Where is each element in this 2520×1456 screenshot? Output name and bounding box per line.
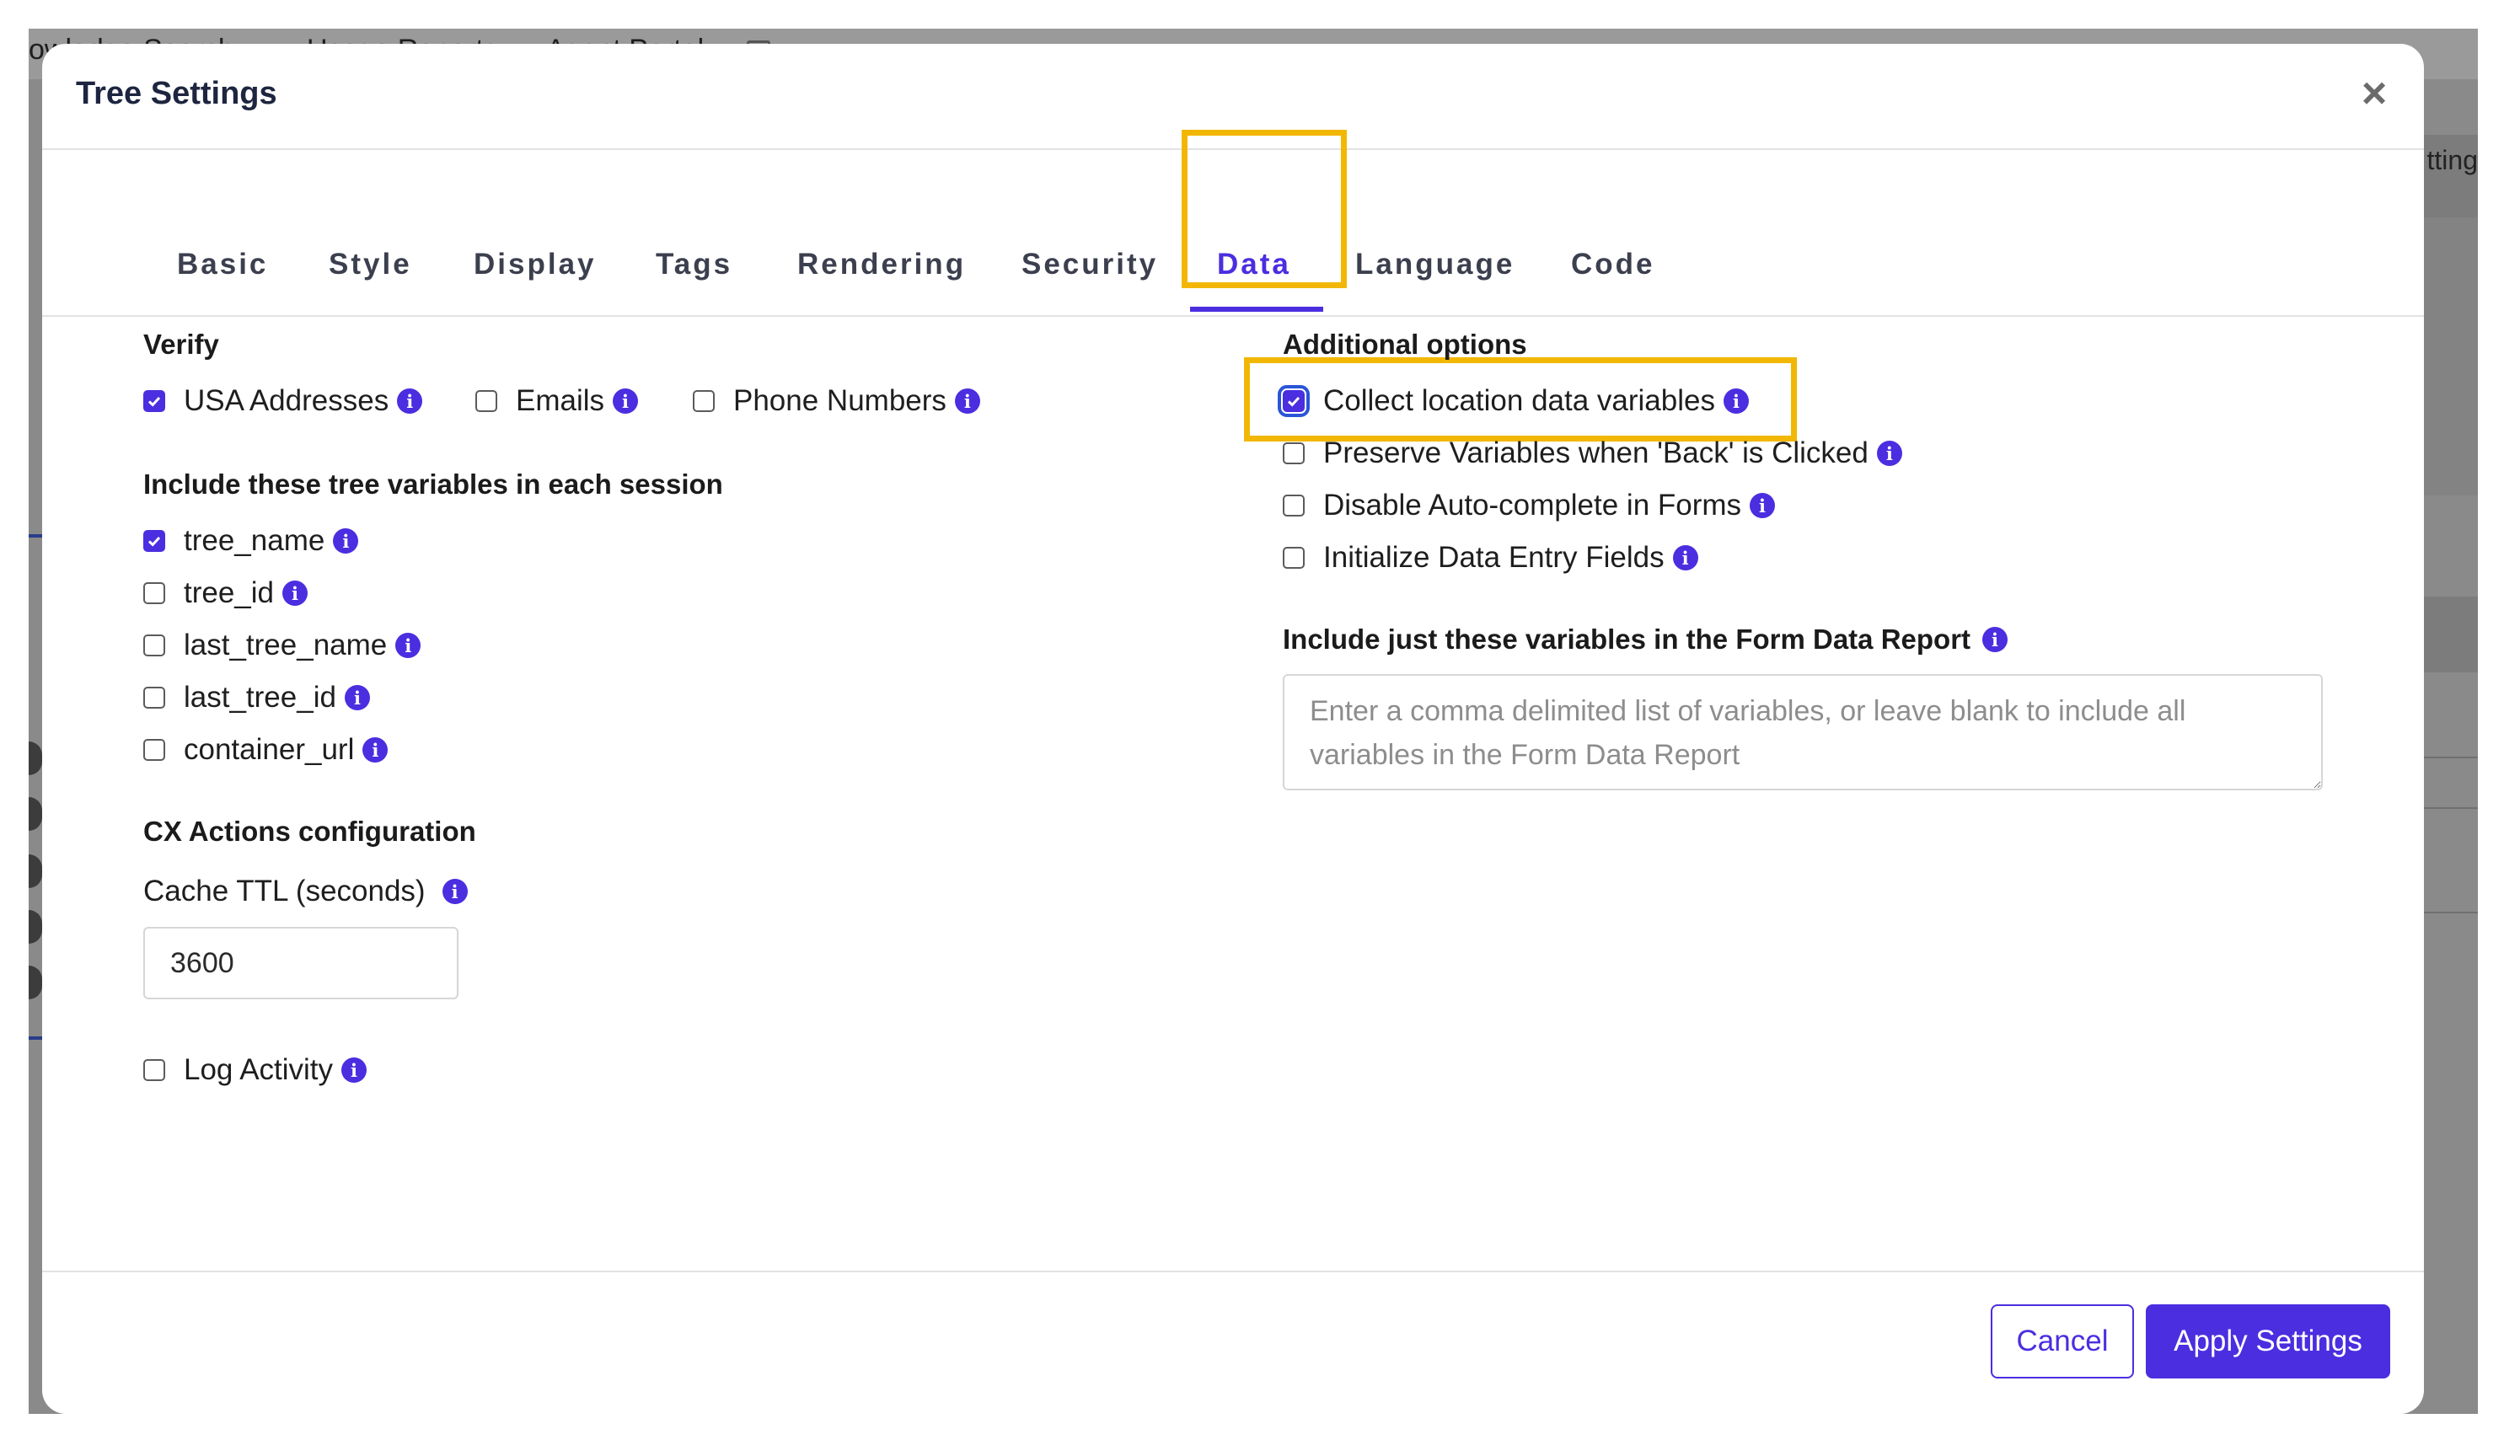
label-last-tree-name: last_tree_name	[184, 629, 388, 661]
form-report-title-text: Include just these variables in the Form…	[1283, 624, 1971, 655]
info-icon[interactable]: i	[341, 1057, 367, 1083]
verify-usa-addresses[interactable]: USA Addresses i	[143, 384, 423, 418]
background-divider	[2419, 807, 2478, 809]
label-disable-autocomplete: Disable Auto-complete in Forms	[1323, 489, 1742, 522]
option-preserve-variables[interactable]: Preserve Variables when 'Back' is Clicke…	[1283, 436, 1902, 470]
checkbox-container-url[interactable]	[143, 739, 165, 761]
label-preserve-variables: Preserve Variables when 'Back' is Clicke…	[1323, 436, 1869, 469]
checkbox-phone-numbers[interactable]	[693, 390, 715, 412]
label-collect-location: Collect location data variables	[1323, 384, 1715, 417]
tree-var-tree-name[interactable]: tree_name i	[143, 524, 359, 558]
background-avatar	[29, 741, 42, 775]
modal-header: Tree Settings ×	[42, 44, 2424, 150]
checkbox-emails[interactable]	[475, 390, 497, 412]
close-button[interactable]: ×	[2355, 72, 2394, 115]
label-container-url: container_url	[184, 733, 355, 766]
cache-ttl-label: Cache TTL (seconds) i	[143, 875, 468, 908]
tree-variables-title: Include these tree variables in each ses…	[143, 468, 723, 500]
active-tab-indicator	[1190, 307, 1323, 312]
label-phone-numbers: Phone Numbers	[733, 384, 946, 417]
info-icon[interactable]: i	[613, 388, 639, 414]
verify-title: Verify	[143, 329, 219, 360]
tree-var-container-url[interactable]: container_url i	[143, 733, 389, 767]
checkbox-initialize-fields[interactable]	[1283, 547, 1305, 569]
tab-security[interactable]: Security	[1021, 248, 1158, 281]
label-log-activity: Log Activity	[184, 1053, 334, 1086]
checkbox-collect-location[interactable]	[1278, 385, 1310, 417]
background-divider	[2419, 912, 2478, 913]
info-icon[interactable]: i	[1750, 493, 1776, 518]
modal-title: Tree Settings	[76, 76, 277, 111]
info-icon[interactable]: i	[1876, 441, 1902, 466]
checkbox-usa-addresses[interactable]	[143, 390, 165, 412]
modal-footer-divider	[42, 1271, 2424, 1272]
label-initialize-fields: Initialize Data Entry Fields	[1323, 541, 1665, 574]
background-band	[2419, 597, 2478, 672]
cache-ttl-input[interactable]	[143, 927, 458, 999]
tree-var-tree-id[interactable]: tree_id i	[143, 576, 308, 610]
cache-ttl-label-text: Cache TTL (seconds)	[143, 875, 426, 907]
info-icon[interactable]: i	[333, 528, 359, 554]
background-avatar	[29, 910, 42, 944]
info-icon[interactable]: i	[395, 633, 421, 658]
label-tree-name: tree_name	[184, 524, 325, 557]
info-icon[interactable]: i	[1982, 627, 2008, 652]
tab-data[interactable]: Data	[1217, 248, 1291, 281]
checkbox-last-tree-name[interactable]	[143, 634, 165, 656]
tab-language[interactable]: Language	[1355, 248, 1515, 281]
verify-phone-numbers[interactable]: Phone Numbers i	[693, 384, 980, 418]
log-activity[interactable]: Log Activity i	[143, 1053, 367, 1087]
info-icon[interactable]: i	[954, 388, 980, 414]
verify-emails[interactable]: Emails i	[475, 384, 639, 418]
tab-basic[interactable]: Basic	[177, 248, 268, 281]
background-band	[2419, 217, 2478, 495]
tab-style[interactable]: Style	[329, 248, 412, 281]
form-report-variables-textarea[interactable]	[1283, 674, 2323, 790]
info-icon[interactable]: i	[442, 879, 468, 904]
label-last-tree-id: last_tree_id	[184, 681, 336, 714]
tab-tags[interactable]: Tags	[656, 248, 732, 281]
option-collect-location[interactable]: Collect location data variables i	[1278, 384, 1749, 418]
additional-options-title: Additional options	[1283, 329, 1527, 360]
cx-actions-title: CX Actions configuration	[143, 816, 476, 847]
background-avatar	[29, 797, 42, 831]
tab-rendering[interactable]: Rendering	[797, 248, 966, 281]
tree-var-last-tree-id[interactable]: last_tree_id i	[143, 681, 370, 715]
background-settings-text: tting	[2426, 145, 2478, 175]
info-icon[interactable]: i	[1672, 545, 1698, 570]
checkbox-log-activity[interactable]	[143, 1059, 165, 1081]
checkbox-last-tree-id[interactable]	[143, 687, 165, 709]
checkbox-tree-name[interactable]	[143, 530, 165, 552]
background-avatar	[29, 966, 42, 999]
tab-code[interactable]: Code	[1571, 248, 1655, 281]
info-icon[interactable]: i	[1723, 388, 1749, 414]
option-initialize-fields[interactable]: Initialize Data Entry Fields i	[1283, 541, 1698, 575]
settings-tabs: Basic Style Display Tags Rendering Secur…	[42, 150, 2424, 317]
info-icon[interactable]: i	[362, 737, 389, 763]
checkbox-disable-autocomplete[interactable]	[1283, 495, 1305, 517]
tree-var-last-tree-name[interactable]: last_tree_name i	[143, 629, 421, 662]
label-emails: Emails	[516, 384, 605, 417]
form-report-title: Include just these variables in the Form…	[1283, 624, 2008, 656]
background-divider	[2419, 757, 2478, 758]
info-icon[interactable]: i	[344, 685, 370, 710]
option-disable-autocomplete[interactable]: Disable Auto-complete in Forms i	[1283, 489, 1776, 522]
cancel-button[interactable]: Cancel	[1991, 1304, 2134, 1378]
checkbox-tree-id[interactable]	[143, 582, 165, 604]
info-icon[interactable]: i	[282, 581, 308, 606]
tree-settings-modal: Tree Settings × Basic Style Display Tags…	[42, 44, 2424, 1414]
label-tree-id: tree_id	[184, 576, 275, 609]
tab-display[interactable]: Display	[474, 248, 597, 281]
background-avatar	[29, 854, 42, 888]
info-icon[interactable]: i	[397, 388, 423, 414]
checkbox-preserve-variables[interactable]	[1283, 442, 1305, 464]
label-usa-addresses: USA Addresses	[184, 384, 389, 417]
apply-settings-button[interactable]: Apply Settings	[2146, 1304, 2390, 1378]
